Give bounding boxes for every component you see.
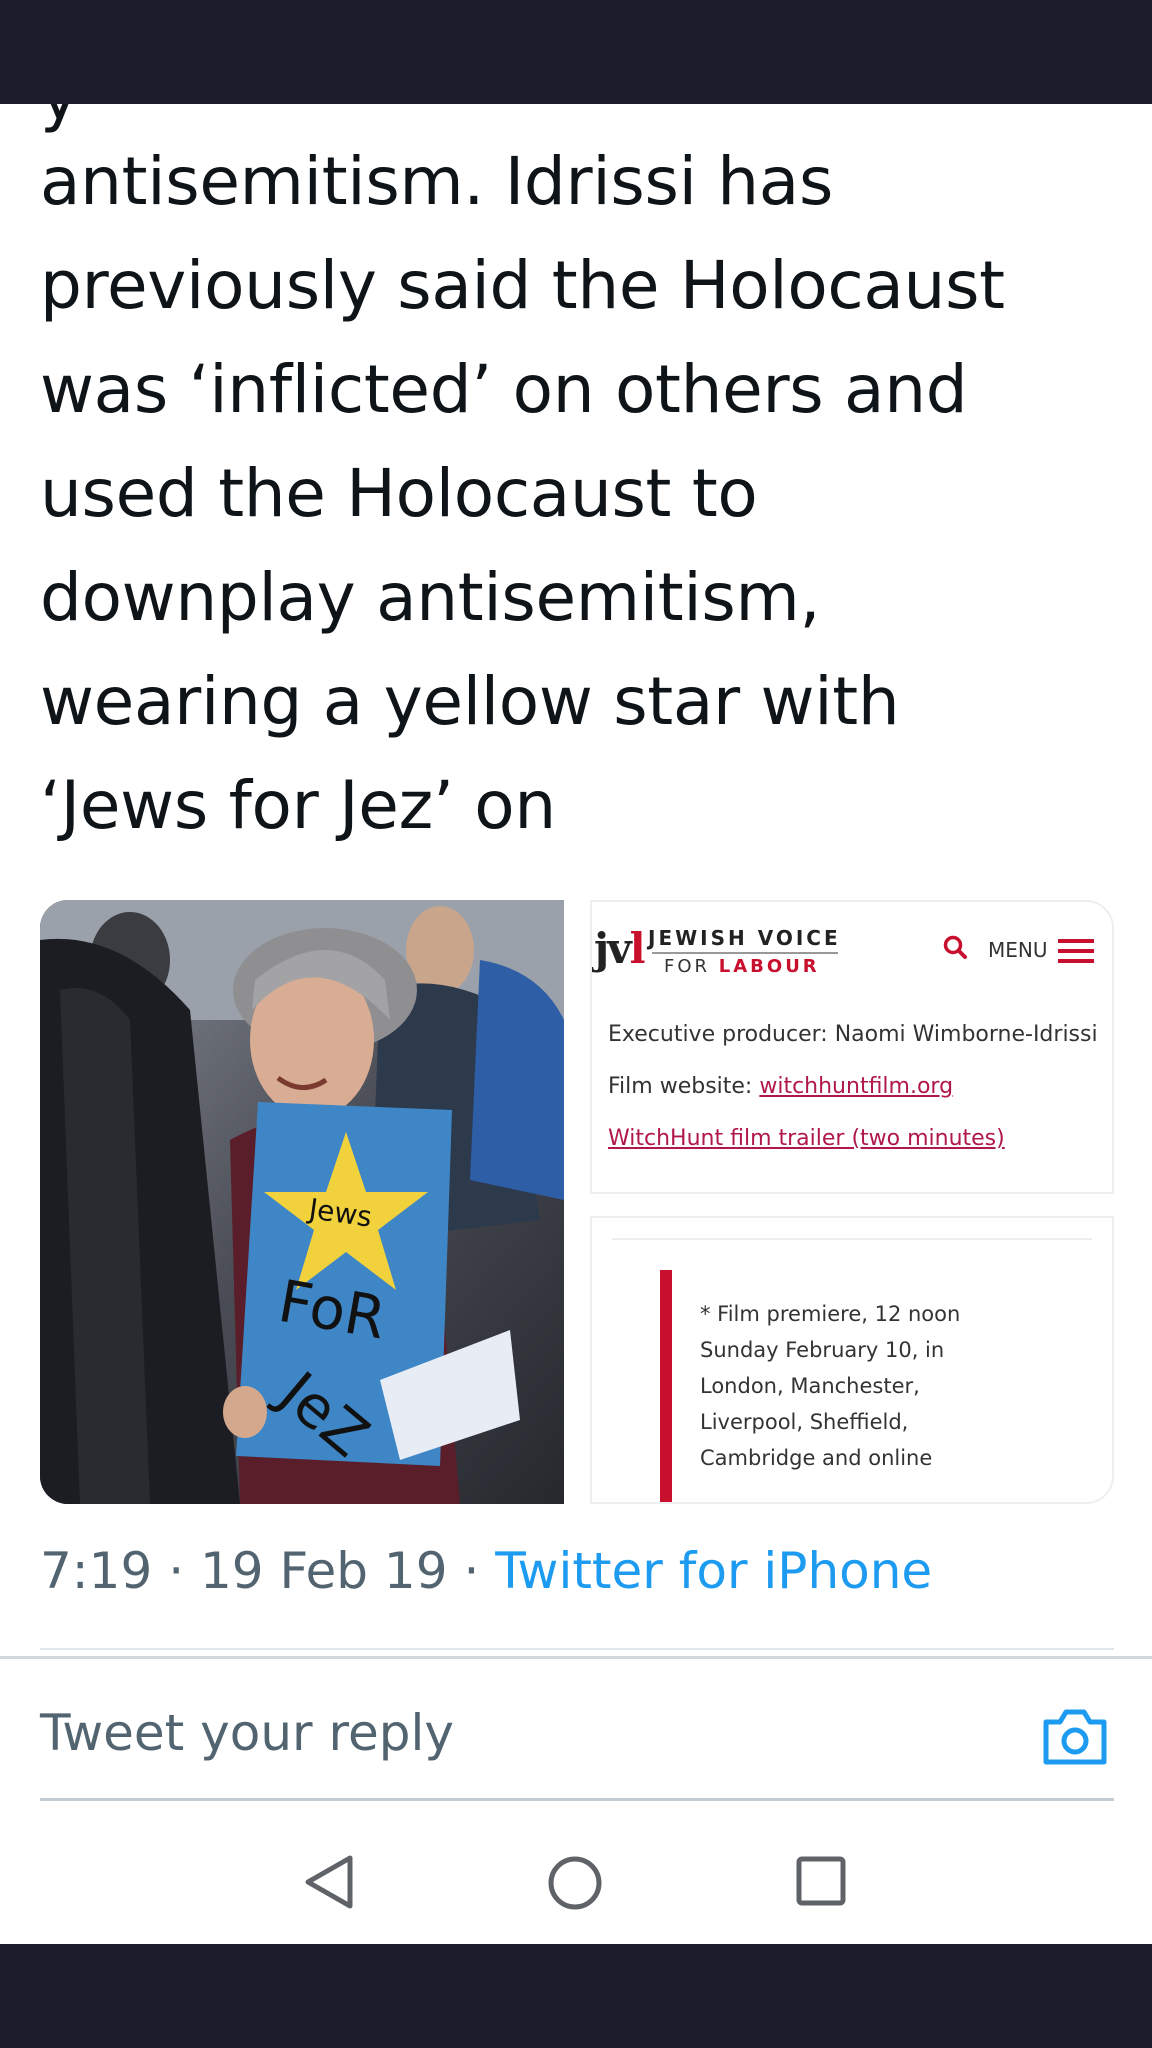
tweet-text-line: downplay antisemitism, xyxy=(40,559,821,636)
tweet-text-line: used the Holocaust to xyxy=(40,455,758,532)
tweet-text: antisemitism. Idrissi has previously sai… xyxy=(40,130,1120,858)
divider xyxy=(40,1648,1114,1650)
jvl-rule xyxy=(652,952,838,954)
tweet-text-line: wearing a yellow star with xyxy=(40,663,900,740)
jvl-subtitle: FOR LABOUR xyxy=(664,956,820,977)
meta-separator: · xyxy=(168,1542,185,1600)
camera-icon[interactable] xyxy=(1040,1706,1110,1768)
jvl-name: JEWISH VOICE xyxy=(648,926,841,950)
premiere-text-line: London, Manchester, xyxy=(700,1374,920,1398)
tweet-photo-jvl-page[interactable]: jvl JEWISH VOICE FOR LABOUR MENU Executi… xyxy=(590,900,1114,1194)
hamburger-menu-icon xyxy=(1058,939,1094,963)
trailer-link: WitchHunt film trailer (two minutes) xyxy=(608,1126,1005,1151)
menu-label: MENU xyxy=(988,938,1048,962)
executive-producer-line: Executive producer: Naomi Wimborne-Idris… xyxy=(608,1022,1098,1047)
tweet-text-line: ‘Jews for Jez’ on xyxy=(40,767,556,844)
reply-input[interactable]: Tweet your reply xyxy=(40,1704,454,1762)
tweet-source-link[interactable]: Twitter for iPhone xyxy=(495,1542,932,1600)
status-bar xyxy=(0,0,1152,104)
premiere-text-line: Cambridge and online xyxy=(700,1446,933,1470)
nav-home-icon[interactable] xyxy=(546,1854,604,1912)
premiere-text-line: Liverpool, Sheffield, xyxy=(700,1410,909,1434)
nav-back-icon[interactable] xyxy=(300,1852,360,1912)
film-website-line: Film website: witchhuntfilm.org xyxy=(608,1074,954,1099)
tweet-detail: y antisemitism. Idrissi has previously s… xyxy=(0,104,1152,1944)
tweet-time: 7:19 xyxy=(40,1542,153,1600)
protester-photo-illustration: Jews FoR JeZ xyxy=(40,900,564,1504)
divider xyxy=(612,1238,1092,1240)
nav-recents-icon[interactable] xyxy=(796,1856,846,1906)
bottom-bar xyxy=(0,1944,1152,2048)
tweet-text-line: previously said the Holocaust xyxy=(40,247,1005,324)
premiere-text: * Film premiere, 12 noon Sunday February… xyxy=(700,1296,960,1476)
tweet-text-line: was ‘inflicted’ on others and xyxy=(40,351,968,428)
meta-separator: · xyxy=(463,1542,480,1600)
reply-divider xyxy=(40,1798,1114,1801)
tweet-date: 19 Feb 19 xyxy=(200,1542,448,1600)
premiere-text-line: * Film premiere, 12 noon xyxy=(700,1302,961,1326)
tweet-metadata: 7:19 · 19 Feb 19 · Twitter for iPhone xyxy=(40,1542,932,1600)
tweet-photo-premiere-info[interactable]: * Film premiere, 12 noon Sunday February… xyxy=(590,1216,1114,1504)
tweet-text-line: antisemitism. Idrissi has xyxy=(40,143,834,220)
tweet-photo-protester[interactable]: Jews FoR JeZ xyxy=(40,900,564,1504)
red-quote-bar xyxy=(660,1270,672,1502)
jvl-logo: jvl xyxy=(594,924,646,973)
premiere-text-line: Sunday February 10, in xyxy=(700,1338,945,1362)
divider xyxy=(0,1656,1152,1659)
film-website-link: witchhuntfilm.org xyxy=(759,1074,954,1099)
search-icon xyxy=(943,935,967,959)
